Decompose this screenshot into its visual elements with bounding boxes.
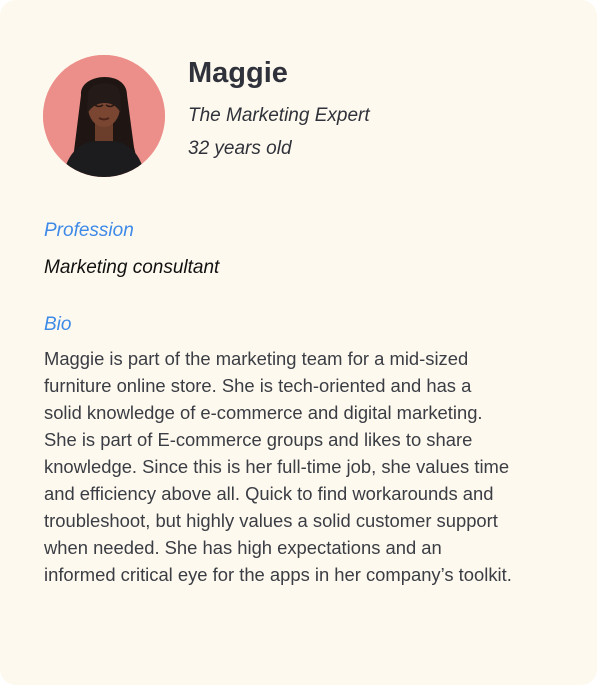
persona-age: 32 years old	[188, 138, 292, 159]
avatar	[43, 55, 165, 177]
persona-role: The Marketing Expert	[188, 105, 370, 126]
profession-label: Profession	[44, 220, 134, 241]
avatar-portrait	[43, 55, 165, 177]
persona-card: Maggie The Marketing Expert 32 years old…	[0, 0, 597, 685]
bio-label: Bio	[44, 314, 72, 335]
persona-name: Maggie	[188, 57, 288, 89]
bio-text: Maggie is part of the marketing team for…	[44, 348, 512, 585]
profession-value: Marketing consultant	[44, 257, 220, 278]
